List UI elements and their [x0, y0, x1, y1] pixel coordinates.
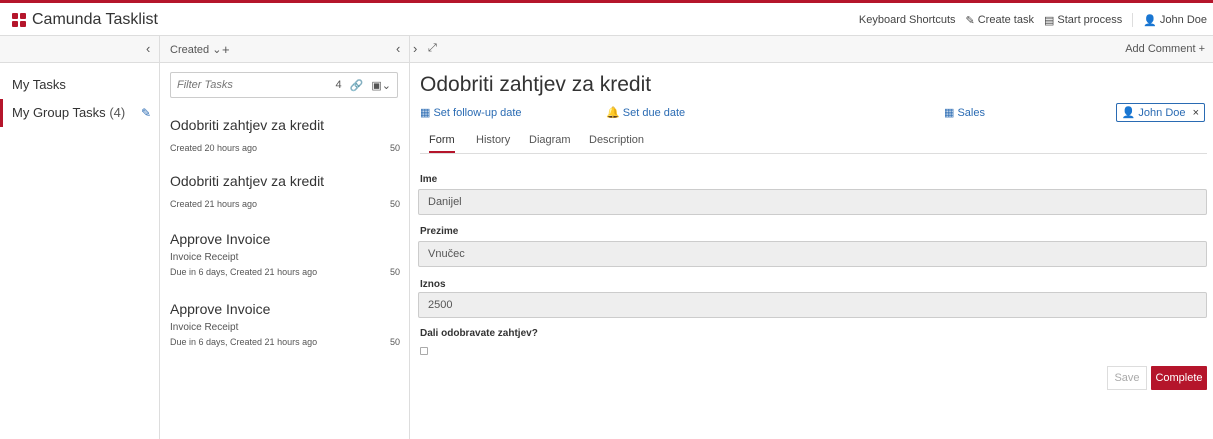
sidebar-item-my-group-tasks[interactable]: My Group Tasks (4) ✎	[0, 99, 159, 127]
tab-description[interactable]: Description	[589, 134, 644, 151]
task-priority: 50	[389, 337, 400, 347]
checkbox-label: Dali odobravate zahtjev?	[420, 328, 538, 339]
save-button[interactable]: Save	[1107, 366, 1147, 390]
task-title: Odobriti zahtjev za kredit	[420, 73, 652, 96]
sidebar-item-count: (4)	[109, 105, 126, 120]
collapse-sidebar-icon[interactable]: ‹	[146, 41, 150, 56]
camunda-logo-icon	[12, 13, 26, 27]
task-name: Approve Invoice	[170, 301, 271, 317]
expand-list-icon[interactable]: ›	[413, 41, 417, 56]
collapse-list-icon[interactable]: ‹	[396, 41, 400, 56]
detail-tabs: Form History Diagram Description	[420, 130, 1207, 154]
nav-divider	[1132, 13, 1134, 27]
task-created: Created 21 hours ago	[170, 199, 258, 209]
sidebar-item-label: My Tasks	[12, 77, 66, 92]
list-item[interactable]: Approve Invoice Invoice Receipt Due in 6…	[170, 231, 400, 277]
chevron-down-icon: ⌄	[212, 44, 222, 56]
user-icon: 👤	[1143, 14, 1157, 27]
due-date-label: Set due date	[622, 107, 686, 119]
link-icon[interactable]: 🔗	[350, 79, 364, 92]
prezime-field[interactable]: Vnučec	[418, 241, 1207, 267]
filter-tasks-input[interactable]	[177, 79, 336, 91]
task-count: 4	[335, 79, 342, 91]
group-label: Sales	[957, 107, 985, 119]
bell-icon: 🔔	[606, 107, 620, 119]
paperclip-icon: ✎	[965, 14, 975, 27]
maximize-icon[interactable]: ⤢	[428, 42, 437, 55]
brand[interactable]: Camunda Tasklist	[12, 11, 158, 29]
filter-box: 4 🔗 ▣⌄	[170, 72, 398, 98]
add-sort-icon[interactable]: +	[222, 42, 230, 57]
assignee-badge[interactable]: 👤 John Doe ×	[1115, 103, 1205, 122]
task-created: Due in 6 days, Created 21 hours ago	[170, 337, 318, 347]
field-label: Prezime	[420, 226, 459, 237]
set-follow-up-link[interactable]: ▦ Set follow-up date	[420, 106, 522, 119]
task-process: Invoice Receipt	[170, 322, 239, 333]
sidebar-item-label: My Group Tasks	[12, 105, 106, 120]
app-title: Camunda Tasklist	[32, 11, 158, 28]
sort-dropdown[interactable]: Created ⌄	[170, 43, 221, 56]
create-task-label: Create task	[977, 14, 1034, 26]
create-task-link[interactable]: ✎ Create task	[966, 13, 1034, 27]
groups-link[interactable]: ▦ Sales	[944, 106, 985, 119]
pencil-icon[interactable]: ✎	[141, 99, 151, 127]
toolbar: ‹ Created ⌄ + ‹ › ⤢ Add Comment +	[0, 36, 1213, 63]
add-comment-label: Add Comment	[1125, 43, 1196, 55]
list-icon: ▤	[1043, 14, 1055, 27]
task-created: Created 20 hours ago	[170, 143, 258, 153]
iznos-field[interactable]: 2500	[418, 292, 1207, 318]
task-process: Invoice Receipt	[170, 252, 239, 263]
task-priority: 50	[389, 143, 400, 153]
close-icon[interactable]: ×	[1193, 107, 1199, 119]
start-process-label: Start process	[1057, 14, 1123, 26]
keyboard-shortcuts-link[interactable]: Keyboard Shortcuts	[859, 13, 956, 27]
save-filter-icon[interactable]: ▣⌄	[371, 79, 391, 92]
follow-up-label: Set follow-up date	[433, 107, 522, 119]
sidebar-item-my-tasks[interactable]: My Tasks	[0, 71, 159, 99]
user-name: John Doe	[1159, 14, 1207, 26]
keyboard-shortcuts-label: Keyboard Shortcuts	[858, 14, 956, 26]
task-priority: 50	[389, 267, 400, 277]
plus-icon: +	[1198, 43, 1205, 55]
list-item[interactable]: Approve Invoice Invoice Receipt Due in 6…	[170, 301, 400, 347]
top-navbar: Camunda Tasklist Keyboard Shortcuts ✎ Cr…	[0, 0, 1213, 36]
task-name: Odobriti zahtjev za kredit	[170, 117, 325, 133]
add-comment-button[interactable]: Add Comment +	[1125, 43, 1205, 55]
filter-sidebar: My Tasks My Group Tasks (4) ✎	[0, 63, 160, 439]
assignee-name: John Doe	[1138, 107, 1186, 119]
user-icon: 👤	[1121, 107, 1136, 119]
tab-diagram[interactable]: Diagram	[529, 134, 571, 151]
list-item[interactable]: Odobriti zahtjev za kredit Created 21 ho…	[170, 173, 400, 209]
task-list: 4 🔗 ▣⌄ Odobriti zahtjev za kredit Create…	[160, 63, 409, 439]
calendar-icon: ▦	[420, 107, 431, 119]
user-menu[interactable]: 👤 John Doe	[1143, 13, 1207, 27]
top-nav-links: Keyboard Shortcuts ✎ Create task ▤ Start…	[859, 13, 1207, 27]
field-label: Ime	[420, 174, 438, 185]
approve-checkbox[interactable]	[420, 347, 428, 355]
task-created: Due in 6 days, Created 21 hours ago	[170, 267, 318, 277]
list-item[interactable]: Odobriti zahtjev za kredit Created 20 ho…	[170, 117, 400, 153]
task-name: Approve Invoice	[170, 231, 271, 247]
sort-label: Created	[170, 44, 210, 56]
start-process-link[interactable]: ▤ Start process	[1044, 13, 1122, 27]
set-due-date-link[interactable]: 🔔 Set due date	[606, 106, 685, 119]
field-label: Iznos	[420, 279, 446, 290]
grid-icon: ▦	[944, 107, 955, 119]
tab-history[interactable]: History	[476, 134, 510, 151]
task-priority: 50	[389, 199, 400, 209]
task-detail: Odobriti zahtjev za kredit ▦ Set follow-…	[410, 63, 1213, 439]
task-name: Odobriti zahtjev za kredit	[170, 173, 325, 189]
ime-field[interactable]: Danijel	[418, 189, 1207, 215]
complete-button[interactable]: Complete	[1151, 366, 1207, 390]
tab-form[interactable]: Form	[429, 134, 455, 153]
